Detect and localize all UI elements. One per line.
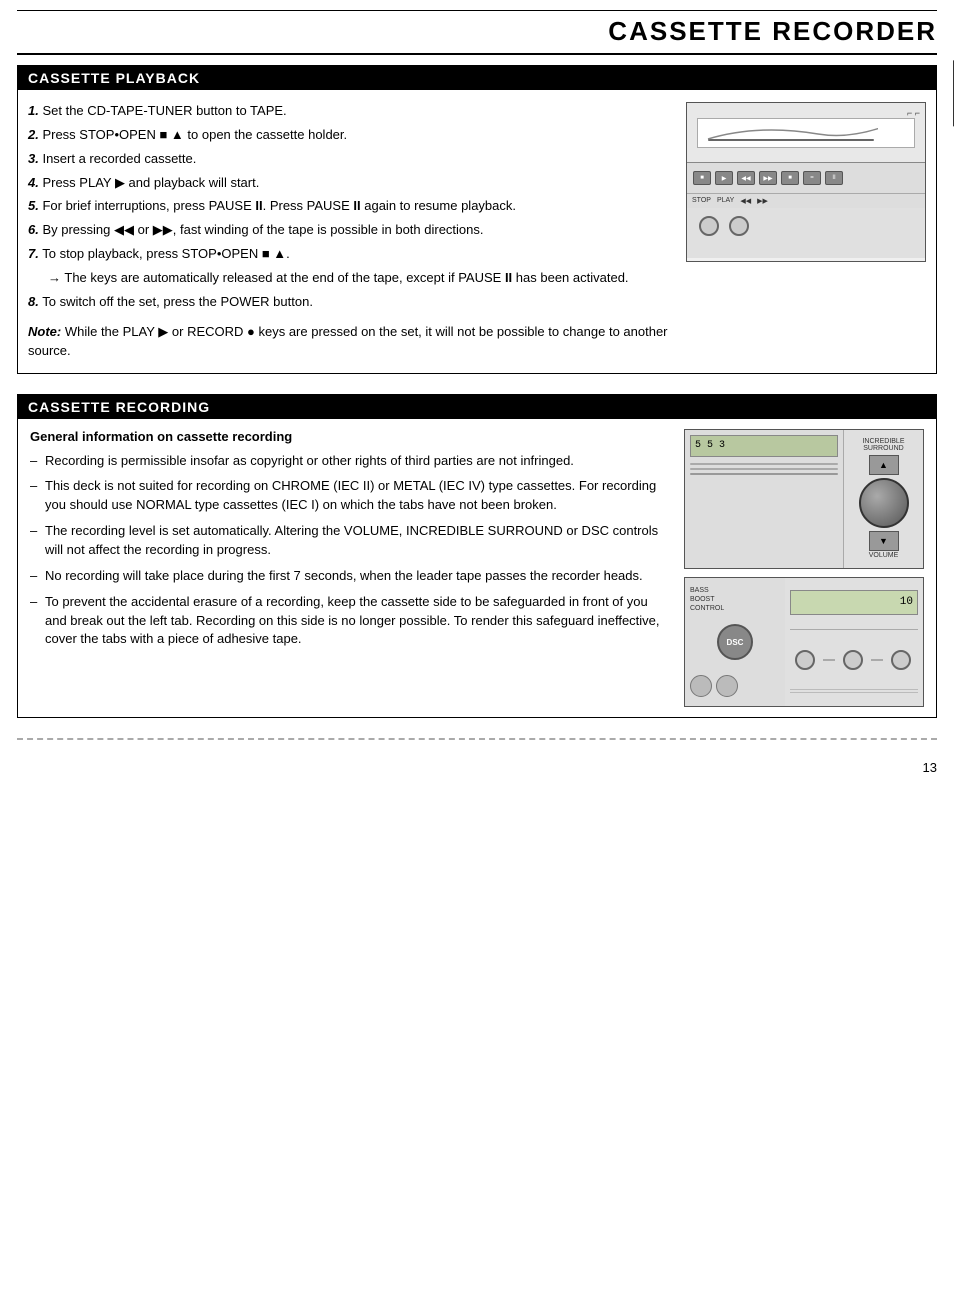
recording-sub-header: General information on cassette recordin… [30, 429, 669, 444]
tape-line-3 [690, 473, 838, 475]
step-1: 1. Set the CD-TAPE-TUNER button to TAPE. [28, 102, 671, 121]
playback-section-header: CASSETTE PLAYBACK [18, 66, 936, 90]
rec-bottom-display: 10 [790, 590, 918, 615]
reel-right [729, 216, 749, 236]
recording-images: 5 5 3 INCREDIBLESURROUND [684, 429, 924, 707]
volume-knob [859, 478, 909, 528]
step-5: 5. For brief interruptions, press PAUSE … [28, 197, 671, 216]
step-6: 6. By pressing ◀◀ or ▶▶, fast winding of… [28, 221, 671, 240]
note-label: Note: [28, 324, 61, 339]
rec-bottom-inner: BASSBOOSTCONTROL DSC [685, 578, 923, 706]
incredible-surround-label: INCREDIBLESURROUND [862, 438, 904, 452]
bass-boost-label: BASSBOOSTCONTROL [690, 586, 780, 613]
page-number: 13 [17, 760, 937, 775]
reel-left [699, 216, 719, 236]
dsc-button[interactable]: DSC [717, 624, 753, 660]
arrow-up-btn[interactable]: ▲ [869, 455, 899, 475]
recording-device-bottom: BASSBOOSTCONTROL DSC [684, 577, 924, 707]
arrow-down-icon: ▼ [879, 536, 888, 546]
device-top-illustration: ⌐ ⌐ ■ ▶ ◀◀ ▶▶ ■ = II STOP [686, 102, 926, 262]
device-eject-btn: = [803, 171, 821, 185]
bullet-1: Recording is permissible insofar as copy… [30, 452, 669, 471]
playback-note: Note: While the PLAY ▶ or RECORD ● keys … [28, 322, 671, 361]
playback-text: 1. Set the CD-TAPE-TUNER button to TAPE.… [28, 102, 671, 361]
device-play-btn: ▶ [715, 171, 733, 185]
rec-separator [790, 629, 918, 630]
device-cassette-slot-area: ⌐ ⌐ [687, 103, 925, 163]
cassette-slot [697, 118, 915, 148]
tape-line-1 [690, 463, 838, 465]
deco-line-1 [790, 689, 918, 690]
step-3: 3. Insert a recorded cassette. [28, 150, 671, 169]
recording-device-top: 5 5 3 INCREDIBLESURROUND [684, 429, 924, 569]
rec-display-value: 10 [900, 596, 913, 608]
recording-section-header: CASSETTE RECORDING [18, 395, 936, 419]
device-controls-row: ■ ▶ ◀◀ ▶▶ ■ = II [687, 163, 925, 194]
step-2: 2. Press STOP•OPEN ■ ▲ to open the casse… [28, 126, 671, 145]
step-7a: → The keys are automatically released at… [28, 269, 671, 288]
recording-section: CASSETTE RECORDING General information o… [17, 394, 937, 718]
bullet-4: No recording will take place during the … [30, 567, 669, 586]
deco-line-2 [790, 692, 918, 693]
step-4: 4. Press PLAY ▶ and playback will start. [28, 174, 671, 193]
lbl-ffw: ▶▶ [757, 197, 768, 205]
small-btn-1 [690, 675, 712, 697]
recording-text: General information on cassette recordin… [30, 429, 669, 707]
device-pause-btn: II [825, 171, 843, 185]
playback-device-image: ⌐ ⌐ ■ ▶ ◀◀ ▶▶ ■ = II STOP [686, 102, 926, 361]
recording-layout: General information on cassette recordin… [30, 429, 924, 707]
playback-steps: 1. Set the CD-TAPE-TUNER button to TAPE.… [28, 102, 671, 312]
playback-section: CASSETTE PLAYBACK 1. Set the CD-TAPE-TUN… [17, 65, 937, 374]
volume-label: VOLUME [869, 552, 899, 559]
device-bottom-area [687, 208, 925, 258]
small-btn-2 [716, 675, 738, 697]
rec-tape-area [690, 463, 838, 475]
rec-reel-connector2 [871, 659, 883, 661]
device-rec-right-panel: INCREDIBLESURROUND ▲ ▼ [843, 430, 923, 568]
bullet-2: This deck is not suited for recording on… [30, 477, 669, 515]
rec-arrow-controls: ▲ ▼ [859, 455, 909, 551]
device-stop2-btn: ■ [781, 171, 799, 185]
device-ffwd-btn: ▶▶ [759, 171, 777, 185]
lbl-rev: ◀◀ [740, 197, 751, 205]
rec-deco-lines [790, 689, 918, 693]
lbl-stop: STOP [692, 197, 711, 205]
device-labels-row: STOP PLAY ◀◀ ▶▶ [687, 194, 925, 208]
bullet-3: The recording level is set automatically… [30, 522, 669, 560]
tape-line-2 [690, 468, 838, 470]
rec-bottom-right-panel: 10 [785, 578, 923, 706]
device-rec-left-panel: 5 5 3 [685, 430, 843, 568]
device-rec-inner: 5 5 3 INCREDIBLESURROUND [685, 430, 923, 568]
lbl-play: PLAY [717, 197, 734, 205]
bottom-divider [17, 738, 937, 740]
rec-reel-2 [843, 650, 863, 670]
rec-reels-row [790, 645, 918, 675]
page-title: CASSETTE RECORDER [17, 16, 937, 55]
tape-curve-svg [698, 119, 878, 147]
arrow-down-btn[interactable]: ▼ [869, 531, 899, 551]
display-digits: 5 5 3 [695, 440, 725, 451]
device-corner-text: ⌐ ⌐ [907, 108, 920, 118]
device-rewind-btn: ◀◀ [737, 171, 755, 185]
step-7: 7. To stop playback, press STOP•OPEN ■ ▲… [28, 245, 671, 264]
bottom-small-btns [690, 671, 780, 697]
recording-content: General information on cassette recordin… [18, 419, 936, 717]
bullet-5: To prevent the accidental erasure of a r… [30, 593, 669, 650]
step-8: 8. To switch off the set, press the POWE… [28, 293, 671, 312]
rec-bottom-left-panel: BASSBOOSTCONTROL DSC [685, 578, 785, 706]
rec-reel-connector [823, 659, 835, 661]
recording-bullets: Recording is permissible insofar as copy… [30, 452, 669, 650]
rec-reel-1 [795, 650, 815, 670]
device-reel-area [687, 208, 925, 244]
device-stop-btn: ■ [693, 171, 711, 185]
rec-reel-3 [891, 650, 911, 670]
arrow-up-icon: ▲ [879, 460, 888, 470]
rec-display-top: 5 5 3 [690, 435, 838, 457]
